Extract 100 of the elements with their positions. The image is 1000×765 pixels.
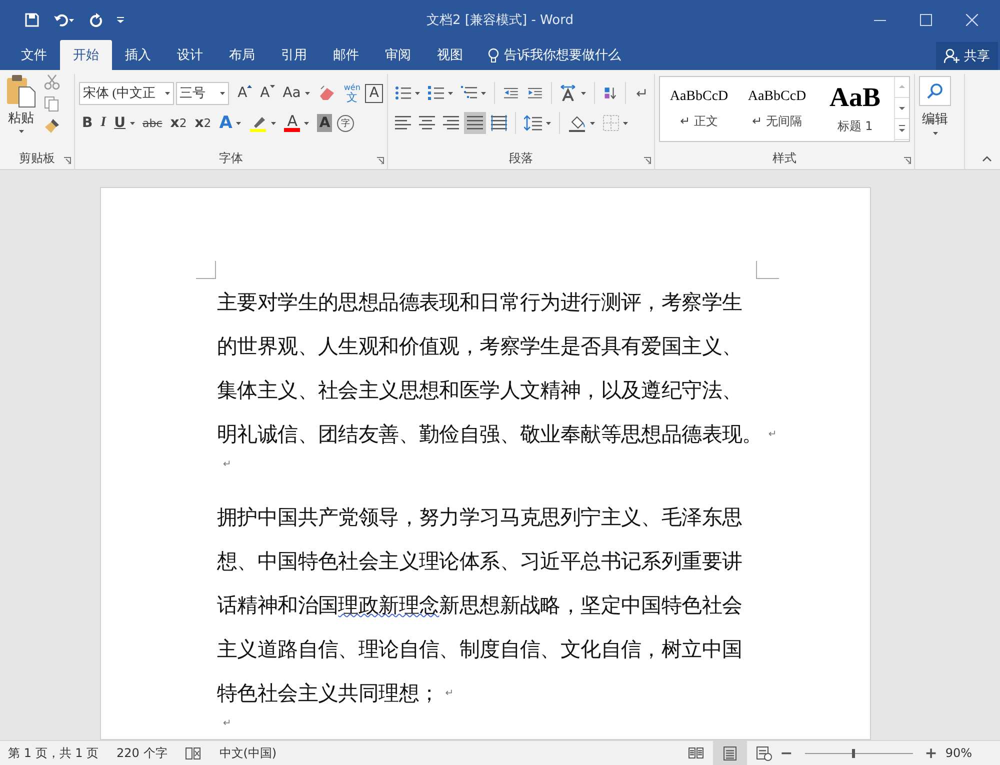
copy-icon[interactable] xyxy=(44,96,60,112)
line-spacing-icon[interactable] xyxy=(524,115,542,131)
ribbon-tab[interactable]: 文件 xyxy=(8,40,60,70)
zoom-level[interactable]: 90% xyxy=(945,746,1000,760)
align-justify-button[interactable] xyxy=(464,112,486,134)
dialog-launcher-icon[interactable] xyxy=(64,157,71,164)
ribbon-tab[interactable]: 审阅 xyxy=(372,40,424,70)
search-icon xyxy=(927,83,943,99)
align-left-icon xyxy=(395,115,411,131)
maximize-icon[interactable] xyxy=(920,14,932,26)
dialog-launcher-icon[interactable] xyxy=(644,157,651,164)
print-view-button[interactable] xyxy=(713,741,748,765)
person-plus-icon xyxy=(944,48,960,64)
show-marks-icon[interactable] xyxy=(635,87,646,99)
align-right-icon xyxy=(443,115,459,131)
dropdown-arrow-icon[interactable] xyxy=(623,122,628,124)
editing-button[interactable]: 编辑 xyxy=(919,74,951,147)
collapse-ribbon-icon[interactable] xyxy=(982,156,992,162)
bullet-list-icon[interactable] xyxy=(395,86,411,100)
ribbon-tab[interactable]: 开始 xyxy=(60,40,112,70)
share-button[interactable]: 共享 xyxy=(936,42,998,70)
save-icon[interactable] xyxy=(25,13,39,27)
paintbrush-icon[interactable] xyxy=(44,118,60,134)
dropdown-arrow-icon[interactable] xyxy=(546,122,551,124)
dropdown-arrow-icon[interactable] xyxy=(448,92,453,94)
character-shading-button[interactable]: A xyxy=(317,114,332,132)
window-title: 文档2 [兼容模式] - Word xyxy=(426,12,574,29)
body-text-line: 的世界观、人生观和价值观，考察学生是否具有爱国主义、 xyxy=(217,334,742,360)
word-count[interactable]: 220 个字 xyxy=(116,744,168,762)
sort-icon[interactable] xyxy=(604,85,616,101)
character-border-button[interactable]: A xyxy=(365,84,383,102)
read-view-icon xyxy=(688,746,704,760)
font-size-dropdown[interactable]: 三号 xyxy=(176,82,229,104)
style-option[interactable]: AaB 标题 1 xyxy=(816,77,894,141)
align-justify-icon xyxy=(467,115,483,131)
italic-button[interactable]: I xyxy=(98,112,110,134)
customize-arrow-icon[interactable] xyxy=(117,17,124,23)
paragraph-mark: ↵ xyxy=(223,718,232,729)
dialog-launcher-icon[interactable] xyxy=(904,157,911,164)
dropdown-arrow-icon[interactable] xyxy=(220,92,225,94)
dropdown-arrow-icon xyxy=(932,132,938,135)
dropdown-arrow-icon[interactable] xyxy=(304,92,310,94)
zoom-slider[interactable] xyxy=(804,748,913,758)
group-label: 段落 xyxy=(509,150,533,166)
body-text-line: 拥护中国共产党领导，努力学习马克思列宁主义、毛泽东思 xyxy=(217,506,742,531)
ribbon-tab[interactable]: 引用 xyxy=(268,40,320,70)
phonetic-guide-button[interactable]: wén 文 xyxy=(340,82,364,104)
align-distributed-button[interactable] xyxy=(488,112,510,134)
ribbon-tab[interactable]: 视图 xyxy=(424,40,476,70)
shrink-font-button[interactable]: A xyxy=(257,82,278,104)
format-button[interactable]: B xyxy=(79,112,96,134)
dropdown-arrow-icon[interactable] xyxy=(271,122,276,124)
numbered-list-icon[interactable] xyxy=(428,86,444,100)
ribbon-tab[interactable]: 插入 xyxy=(112,40,164,70)
ribbon-tab[interactable]: 布局 xyxy=(216,40,268,70)
close-icon[interactable] xyxy=(966,14,978,26)
up-caret-icon xyxy=(247,85,252,88)
ribbon-tab[interactable]: 邮件 xyxy=(320,40,372,70)
dropdown-arrow-icon[interactable] xyxy=(130,122,134,124)
multilevel-list-icon[interactable] xyxy=(461,86,477,100)
zoom-out-button[interactable]: − xyxy=(780,744,793,762)
dropdown-arrow-icon[interactable] xyxy=(590,122,595,124)
underline-button[interactable]: U xyxy=(111,112,138,134)
paint-bucket-icon[interactable] xyxy=(568,114,586,132)
page-count[interactable]: 第 1 页，共 1 页 xyxy=(8,744,99,762)
redo-icon[interactable] xyxy=(89,13,103,27)
font-color-button[interactable]: A xyxy=(281,112,312,134)
slider-thumb[interactable] xyxy=(852,748,856,758)
eraser-icon[interactable] xyxy=(318,85,336,101)
body-text-line: 特色社会主义共同理想； xyxy=(217,682,440,707)
style-option[interactable]: AaBbCcD ↵ 正文 xyxy=(660,77,738,141)
style-option[interactable]: AaBbCcD ↵ 无间隔 xyxy=(738,77,816,141)
increase-indent-icon[interactable] xyxy=(528,86,542,100)
dropdown-arrow-icon[interactable] xyxy=(164,92,170,94)
dropdown-arrow-icon[interactable] xyxy=(581,92,586,94)
strikethrough-button[interactable]: abc xyxy=(140,112,166,134)
change-case-button[interactable]: Aa xyxy=(280,82,313,104)
decrease-indent-icon[interactable] xyxy=(504,86,518,100)
paragraph-mark: ↵ xyxy=(223,459,232,470)
dropdown-arrow-icon[interactable] xyxy=(481,92,486,94)
enclose-character-button[interactable]: 字 xyxy=(337,114,354,132)
grow-font-button[interactable]: A xyxy=(234,82,256,104)
proofing-book-icon[interactable] xyxy=(185,746,202,760)
body-text-line: 集体主义、社会主义思想和医学人文精神，以及遵纪守法、 xyxy=(217,378,742,404)
ribbon-tab[interactable]: 设计 xyxy=(164,40,216,70)
scissors-icon[interactable] xyxy=(44,74,60,90)
dialog-launcher-icon[interactable] xyxy=(377,157,384,164)
text-effects-button[interactable]: A xyxy=(216,112,244,134)
language-indicator[interactable]: 中文(中国) xyxy=(219,744,277,762)
dropdown-arrow-icon[interactable] xyxy=(415,92,420,94)
lightbulb-icon xyxy=(488,48,499,62)
dropdown-arrow-icon[interactable] xyxy=(304,122,310,124)
undo-icon[interactable] xyxy=(53,13,75,27)
zoom-in-button[interactable]: + xyxy=(924,744,938,762)
font-name-dropdown[interactable]: 宋体 (中文正 xyxy=(79,82,174,104)
dropdown-arrow-icon[interactable] xyxy=(236,122,242,124)
group-label: 剪贴板 xyxy=(19,150,55,166)
paste-button[interactable]: 粘贴 xyxy=(4,74,38,147)
tell-me-search[interactable]: 告诉我你想要做什么 xyxy=(482,40,627,70)
text-direction-icon[interactable] xyxy=(559,85,578,101)
